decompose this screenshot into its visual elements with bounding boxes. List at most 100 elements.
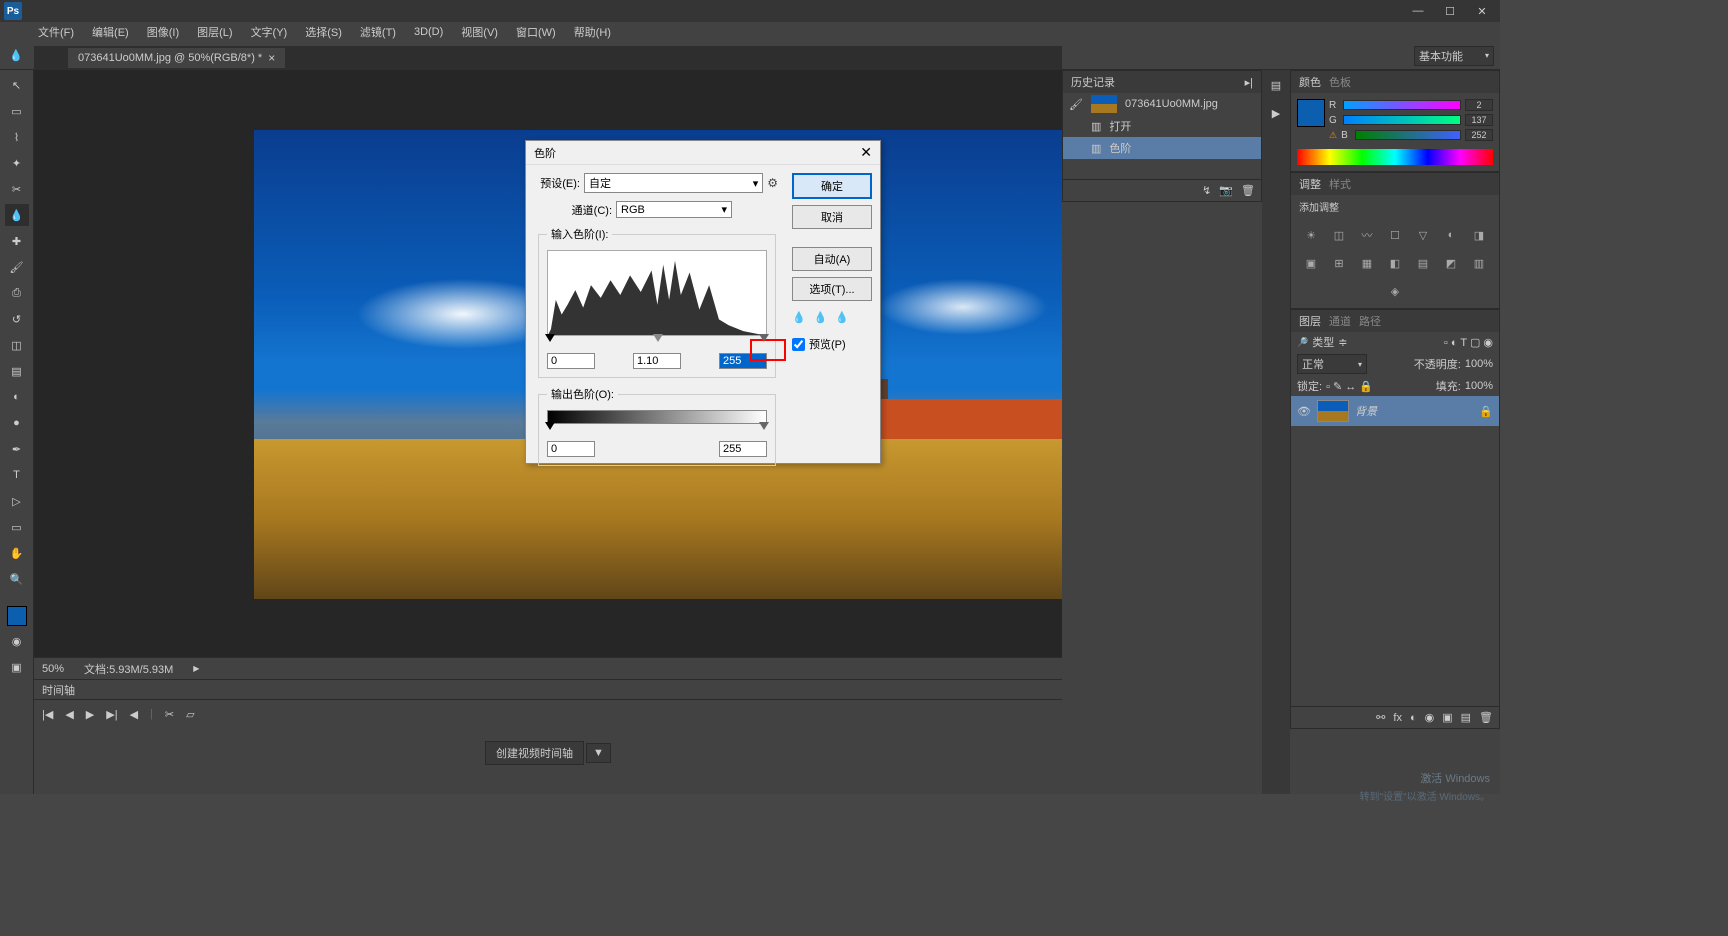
eyedropper-tool[interactable]: 💧	[5, 204, 29, 226]
menu-3d[interactable]: 3D(D)	[410, 26, 447, 38]
curves-icon[interactable]: 〰	[1358, 226, 1376, 244]
new-layer-icon[interactable]: ▤	[1461, 711, 1471, 724]
menu-image[interactable]: 图像(I)	[143, 24, 183, 40]
menu-window[interactable]: 窗口(W)	[512, 24, 560, 40]
white-eyedropper-icon[interactable]: 💧	[835, 311, 849, 324]
r-slider[interactable]	[1343, 100, 1461, 110]
marquee-tool[interactable]: ▭	[5, 100, 29, 122]
heal-tool[interactable]: ✚	[5, 230, 29, 252]
invert-icon[interactable]: ◧	[1386, 254, 1404, 272]
b-value[interactable]: 252	[1465, 129, 1493, 141]
preview-checkbox[interactable]: 预览(P)	[792, 336, 872, 352]
dialog-title-bar[interactable]: 色阶 ✕	[526, 141, 880, 165]
timeline-dropdown[interactable]: ▼	[586, 743, 611, 763]
menu-layer[interactable]: 图层(L)	[193, 24, 236, 40]
color-tab[interactable]: 颜色	[1299, 74, 1321, 90]
dodge-tool[interactable]: ●	[5, 412, 29, 434]
adjust-tab[interactable]: 调整	[1299, 176, 1321, 192]
channels-tab[interactable]: 通道	[1329, 313, 1351, 329]
timeline-prev[interactable]: ◀	[65, 708, 73, 721]
mask-icon[interactable]: ◐	[1410, 712, 1417, 724]
foreground-color[interactable]	[7, 606, 27, 626]
create-video-timeline-button[interactable]: 创建视频时间轴	[485, 741, 584, 765]
menu-filter[interactable]: 滤镜(T)	[356, 24, 400, 40]
cancel-button[interactable]: 取消	[792, 205, 872, 229]
timeline-first[interactable]: |◀	[42, 708, 53, 721]
output-white-slider[interactable]	[759, 422, 769, 430]
timeline-cut[interactable]: ✂	[165, 708, 174, 721]
threshold-icon[interactable]: ◩	[1442, 254, 1460, 272]
ok-button[interactable]: 确定	[792, 173, 872, 199]
history-brush-tool[interactable]: ↺	[5, 308, 29, 330]
input-black-value[interactable]	[547, 353, 595, 369]
black-eyedropper-icon[interactable]: 💧	[792, 311, 806, 324]
bw-icon[interactable]: ◨	[1470, 226, 1488, 244]
delete-layer-icon[interactable]: 🗑	[1479, 711, 1493, 724]
close-tab-icon[interactable]: ×	[268, 51, 275, 65]
history-step-open[interactable]: ▥打开	[1063, 115, 1261, 137]
colorlookup-icon[interactable]: ▦	[1358, 254, 1376, 272]
screenmode-tool[interactable]: ▣	[5, 656, 29, 678]
stamp-tool[interactable]: ⎙	[5, 282, 29, 304]
timeline-last[interactable]: ◀	[130, 708, 138, 721]
minimize-button[interactable]: —	[1404, 2, 1432, 20]
document-tab[interactable]: 073641Uo0MM.jpg @ 50%(RGB/8*) * ×	[68, 48, 285, 68]
fill-value[interactable]: 100%	[1465, 380, 1493, 392]
blend-mode-select[interactable]: 正常▾	[1297, 354, 1367, 374]
menu-edit[interactable]: 编辑(E)	[88, 24, 133, 40]
group-icon[interactable]: ▣	[1442, 711, 1452, 724]
exposure-icon[interactable]: ☐	[1386, 226, 1404, 244]
layers-tab[interactable]: 图层	[1299, 313, 1321, 329]
menu-file[interactable]: 文件(F)	[34, 24, 78, 40]
auto-button[interactable]: 自动(A)	[792, 247, 872, 271]
trash-icon[interactable]: 🗑	[1241, 184, 1255, 197]
shadow-slider[interactable]	[545, 334, 555, 342]
preset-select[interactable]: 自定▾	[584, 173, 763, 193]
fx-icon[interactable]: fx	[1393, 712, 1402, 724]
close-button[interactable]: ✕	[1468, 2, 1496, 20]
menu-select[interactable]: 选择(S)	[301, 24, 346, 40]
visibility-icon[interactable]: 👁	[1297, 405, 1311, 418]
type-tool[interactable]: T	[5, 464, 29, 486]
spectrum-bar[interactable]	[1297, 149, 1493, 165]
opacity-value[interactable]: 100%	[1465, 358, 1493, 370]
color-swatch[interactable]	[1297, 99, 1325, 127]
camera-icon[interactable]: 📷	[1219, 184, 1233, 197]
zoom-level[interactable]: 50%	[42, 663, 64, 675]
menu-type[interactable]: 文字(Y)	[247, 24, 292, 40]
adjust-layer-icon[interactable]: ◉	[1425, 711, 1435, 724]
brush-tool[interactable]: 🖌	[5, 256, 29, 278]
eraser-tool[interactable]: ◫	[5, 334, 29, 356]
path-tool[interactable]: ▷	[5, 490, 29, 512]
quickmask-tool[interactable]: ◉	[5, 630, 29, 652]
move-tool[interactable]: ↖	[5, 74, 29, 96]
shape-tool[interactable]: ▭	[5, 516, 29, 538]
gradient-icon[interactable]: ▥	[1470, 254, 1488, 272]
b-slider[interactable]	[1355, 130, 1461, 140]
timeline-play[interactable]: ▶	[86, 708, 94, 721]
dialog-close-button[interactable]: ✕	[860, 144, 872, 161]
hand-tool[interactable]: ✋	[5, 542, 29, 564]
photofilter-icon[interactable]: ▣	[1302, 254, 1320, 272]
input-gamma-value[interactable]	[633, 353, 681, 369]
posterize-icon[interactable]: ▤	[1414, 254, 1432, 272]
paths-tab[interactable]: 路径	[1359, 313, 1381, 329]
crop-tool[interactable]: ✂	[5, 178, 29, 200]
snapshot-icon[interactable]: ↯	[1202, 184, 1211, 197]
link-icon[interactable]: ⚯	[1376, 711, 1385, 724]
channel-select[interactable]: RGB▾	[616, 201, 732, 218]
wand-tool[interactable]: ✦	[5, 152, 29, 174]
output-white-value[interactable]	[719, 441, 767, 457]
dock-actions-icon[interactable]: ▶	[1265, 102, 1287, 124]
dock-history-icon[interactable]: ▤	[1265, 74, 1287, 96]
r-value[interactable]: 2	[1465, 99, 1493, 111]
gear-icon[interactable]: ⚙	[767, 176, 778, 190]
workspace-select[interactable]: 基本功能▾	[1414, 46, 1494, 66]
history-file[interactable]: 🖌 073641Uo0MM.jpg	[1063, 93, 1261, 115]
channelmix-icon[interactable]: ⊞	[1330, 254, 1348, 272]
hue-icon[interactable]: ◐	[1442, 226, 1460, 244]
gray-eyedropper-icon[interactable]: 💧	[814, 311, 828, 324]
menu-help[interactable]: 帮助(H)	[570, 24, 615, 40]
timeline-next[interactable]: ▶|	[106, 708, 117, 721]
selective-icon[interactable]: ◈	[1386, 282, 1404, 300]
